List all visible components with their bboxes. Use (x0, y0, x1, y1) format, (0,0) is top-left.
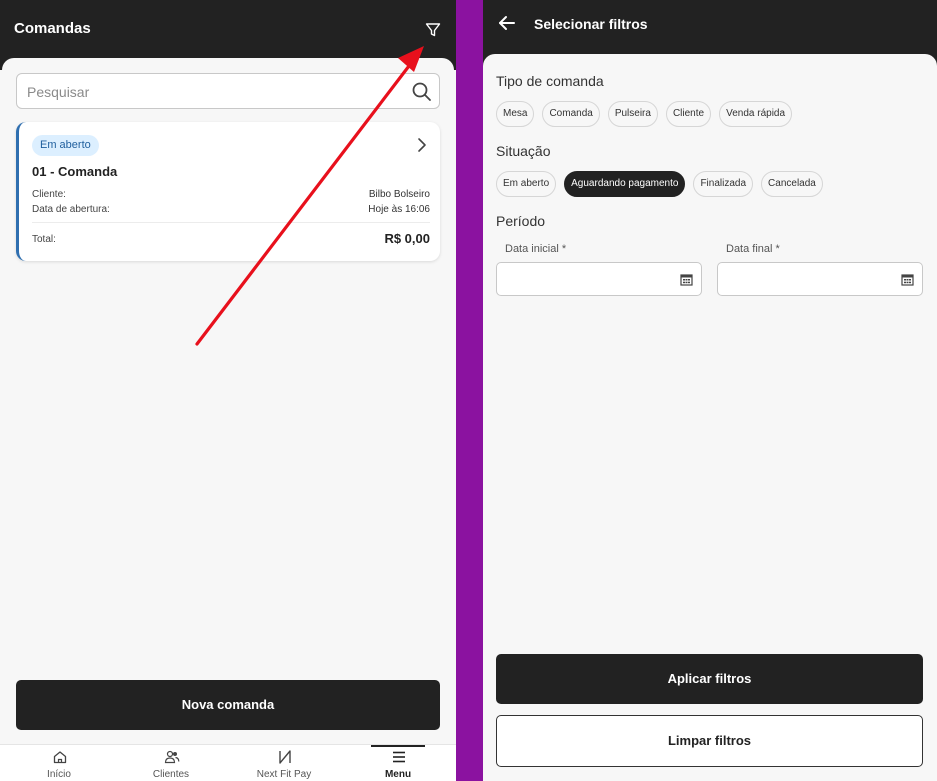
search-box[interactable] (16, 73, 440, 109)
new-order-button[interactable]: Nova comanda (16, 680, 440, 730)
nav-label-nextfit-pay: Next Fit Pay (256, 769, 312, 780)
status-badge: Em aberto (32, 135, 99, 156)
opened-value: Hoje às 16:06 (368, 204, 430, 215)
nav-item-menu[interactable]: Menu (341, 745, 455, 781)
calendar-icon[interactable] (901, 273, 914, 286)
opened-label: Data de abertura: (32, 204, 110, 215)
search-icon[interactable] (411, 81, 433, 103)
chip-cliente[interactable]: Cliente (665, 101, 712, 127)
chip-aguardando-pagamento[interactable]: Aguardando pagamento (564, 171, 686, 197)
menu-icon (393, 751, 405, 763)
chevron-right-icon[interactable] (415, 136, 429, 154)
nav-label-home: Início (47, 769, 71, 780)
start-date-label: Data inicial * (505, 243, 567, 255)
nav-label-clients: Clientes (152, 769, 190, 780)
order-card[interactable]: Em aberto 01 - Comanda Cliente: Bilbo Bo… (16, 122, 440, 261)
nav-label-menu: Menu (384, 769, 412, 780)
end-date-field[interactable] (717, 262, 923, 296)
chip-finalizada[interactable]: Finalizada (693, 171, 754, 197)
client-label: Cliente: (32, 189, 66, 200)
total-label: Total: (32, 234, 56, 245)
total-value: R$ 0,00 (384, 231, 430, 246)
filter-icon (425, 23, 441, 37)
clear-filters-button[interactable]: Limpar filtros (496, 715, 923, 767)
nav-item-home[interactable]: Início (2, 745, 116, 781)
filters-screen: Selecionar filtros Tipo de comanda Mesa … (483, 0, 937, 781)
period-section-title: Período (496, 213, 546, 229)
nav-item-nextfit-pay[interactable]: Next Fit Pay (227, 745, 341, 781)
card-divider (32, 222, 430, 223)
chip-cancelada[interactable]: Cancelada (761, 171, 823, 197)
start-date-field[interactable] (496, 262, 702, 296)
chip-em-aberto[interactable]: Em aberto (496, 171, 557, 197)
search-input[interactable] (27, 82, 397, 102)
client-value: Bilbo Bolseiro (368, 189, 430, 200)
type-section-title: Tipo de comanda (496, 73, 604, 89)
chip-mesa[interactable]: Mesa (496, 101, 535, 127)
nav-item-clients[interactable]: Clientes (114, 745, 228, 781)
orders-screen: Comandas Em aberto 01 - Comanda Cliente:… (0, 0, 456, 781)
page-title: Comandas (14, 20, 91, 37)
bottom-nav: Início Clientes Next Fit Pay Menu (0, 744, 456, 781)
status-chips: Em aberto Aguardando pagamento Finalizad… (496, 171, 823, 197)
apply-filters-button[interactable]: Aplicar filtros (496, 654, 923, 704)
arrow-left-icon[interactable] (497, 13, 517, 33)
order-title: 01 - Comanda (32, 164, 118, 179)
end-date-label: Data final * (726, 243, 780, 255)
page-title: Selecionar filtros (534, 16, 648, 32)
chip-comanda[interactable]: Comanda (542, 101, 600, 127)
users-icon (164, 750, 180, 764)
chip-venda-rapida[interactable]: Venda rápida (719, 101, 793, 127)
status-section-title: Situação (496, 143, 551, 159)
nextfit-logo-icon (279, 750, 291, 764)
calendar-icon[interactable] (680, 273, 693, 286)
home-icon (53, 751, 67, 764)
chip-pulseira[interactable]: Pulseira (607, 101, 658, 127)
filter-button[interactable] (420, 17, 446, 43)
type-chips: Mesa Comanda Pulseira Cliente Venda rápi… (496, 101, 793, 127)
